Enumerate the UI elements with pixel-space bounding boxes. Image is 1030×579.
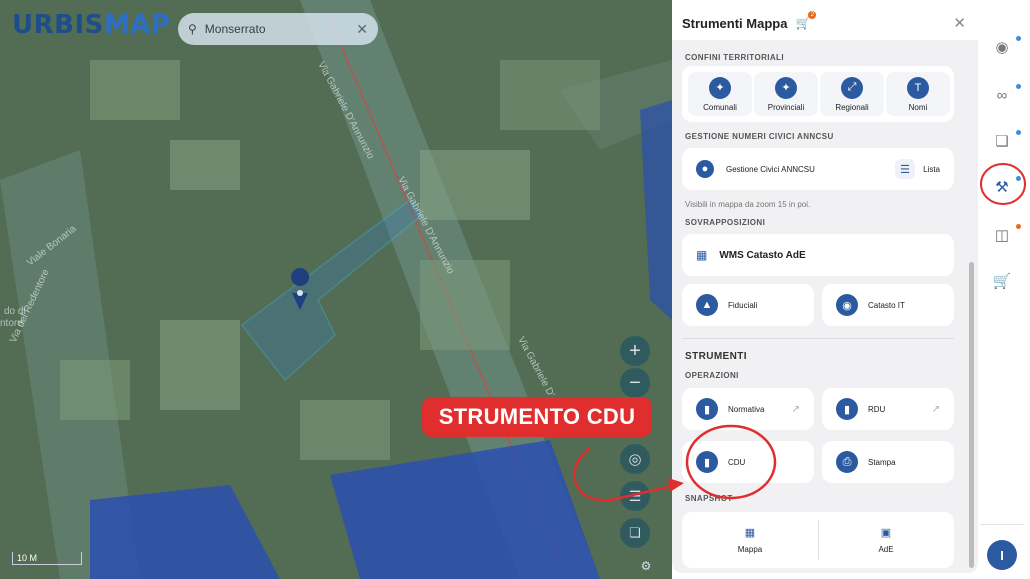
notification-dot xyxy=(1016,36,1021,41)
civici-card: ● Gestione Civici ANNCSU ☰ Lista xyxy=(682,148,954,190)
cart-icon[interactable]: 🛒 xyxy=(992,272,1012,292)
notification-dot xyxy=(1016,224,1021,229)
scrollbar[interactable] xyxy=(969,262,974,568)
target-icon: ◎ xyxy=(628,451,642,468)
panel-title: Strumenti Mappa xyxy=(682,15,788,31)
street-label: ntore xyxy=(0,318,23,329)
stampa-button[interactable]: ⎙ Stampa xyxy=(822,441,954,483)
snapshot-mappa-button[interactable]: ▦ Mappa xyxy=(682,512,818,568)
documents-icon[interactable]: ❏ xyxy=(992,132,1012,152)
cart-badge: 2 xyxy=(808,11,817,19)
cart-icon[interactable]: 🛒 2 xyxy=(795,11,817,30)
book-icon: ▮ xyxy=(696,398,718,420)
section-title: OPERAZIONI xyxy=(685,371,739,380)
locate-button[interactable]: ◎ xyxy=(620,444,650,474)
fiduciali-button[interactable]: ▲ Fiduciali xyxy=(682,284,814,326)
scale-bar: 10 M xyxy=(12,552,82,565)
boundary-icon: ✦ xyxy=(775,76,797,99)
notification-dot xyxy=(1016,84,1021,89)
confini-nomi[interactable]: T Nomi xyxy=(886,72,950,116)
notification-dot xyxy=(1016,130,1021,135)
gestione-civici-button[interactable]: Gestione Civici ANNCSU xyxy=(726,165,895,174)
location-pin-icon: ● xyxy=(696,160,714,178)
document-icon: ▮ xyxy=(836,398,858,420)
wms-catasto-button[interactable]: ▦ WMS Catasto AdE xyxy=(682,234,954,276)
map-icon: ▦ xyxy=(744,527,756,539)
document-icon: ▮ xyxy=(696,451,718,473)
close-panel-button[interactable]: ✕ xyxy=(953,14,966,32)
section-title: CONFINI TERRITORIALI xyxy=(685,53,784,62)
text-icon: T xyxy=(907,76,929,99)
confini-provinciali[interactable]: ✦ Provinciali xyxy=(754,72,818,116)
list-icon: ☰ xyxy=(895,159,916,179)
section-title: GESTIONE NUMERI CIVICI ANNCSU xyxy=(685,132,834,141)
section-title: SNAPSHOT xyxy=(685,494,733,503)
cdu-button[interactable]: ▮ CDU xyxy=(682,441,814,483)
triangle-icon: ▲ xyxy=(696,294,718,316)
snapshot-card: ▦ Mappa ▣ AdE xyxy=(682,512,954,568)
location-pin-icon[interactable]: ◉ xyxy=(992,38,1012,58)
settings-button[interactable]: ⚙ xyxy=(636,556,656,576)
confini-regionali[interactable]: ⤢ Regionali xyxy=(820,72,884,116)
map-icon: ▦ xyxy=(696,248,708,262)
expand-icon: ⤢ xyxy=(841,76,863,99)
rdu-button[interactable]: ▮ RDU ↗ xyxy=(822,388,954,430)
right-toolbar: ◉ ∞ ❏ ⚒ ◫ 🛒 I xyxy=(980,6,1024,573)
binoculars-icon[interactable]: ∞ xyxy=(992,86,1012,106)
notification-dot xyxy=(1016,176,1021,181)
section-title: STRUMENTI xyxy=(685,351,747,362)
catasto-it-button[interactable]: ◉ Catasto IT xyxy=(822,284,954,326)
close-icon[interactable]: ✕ xyxy=(356,21,368,38)
external-link-icon: ↗ xyxy=(791,403,800,415)
zoom-out-button[interactable]: − xyxy=(620,368,650,398)
confini-card: ✦ Comunali ✦ Provinciali ⤢ Regionali T Nomi xyxy=(682,66,954,122)
printer-icon: ⎙ xyxy=(836,451,858,473)
section-title: SOVRAPPOSIZIONI xyxy=(685,218,766,227)
panel-header: Strumenti Mappa 🛒 2 ✕ xyxy=(672,6,978,40)
search-input[interactable]: Monserrato xyxy=(205,22,356,36)
strumento-cdu-banner: STRUMENTO CDU xyxy=(422,397,652,437)
civici-note: Visibili in mappa da zoom 15 in poi. xyxy=(685,200,811,209)
tools-panel: Strumenti Mappa 🛒 2 ✕ CONFINI TERRITORIAL… xyxy=(672,6,978,573)
layers-list-button[interactable]: ☰ xyxy=(620,481,650,511)
gear-icon: ⚙ xyxy=(640,559,652,573)
divider xyxy=(682,338,954,339)
wrench-icon[interactable]: ⚒ xyxy=(992,178,1012,198)
confini-comunali[interactable]: ✦ Comunali xyxy=(688,72,752,116)
search-icon: ⚲ xyxy=(188,22,197,36)
divider xyxy=(980,524,1024,525)
avatar[interactable]: I xyxy=(987,540,1017,570)
street-label: do di xyxy=(4,306,26,317)
list-icon: ☰ xyxy=(628,487,642,504)
snapshot-ade-button[interactable]: ▣ AdE xyxy=(818,512,954,568)
urbismap-logo[interactable]: URBISMAP xyxy=(12,10,170,40)
bookmark-button[interactable]: ❏ xyxy=(620,518,650,548)
bookmark-icon: ❏ xyxy=(629,525,641,540)
external-link-icon: ↗ xyxy=(931,403,940,415)
map-view[interactable]: URBISMAP ⚲ Monserrato ✕ Via del Redentor… xyxy=(0,0,672,579)
boundary-icon: ✦ xyxy=(709,76,731,99)
normativa-button[interactable]: ▮ Normativa ↗ xyxy=(682,388,814,430)
folder-icon[interactable]: ◫ xyxy=(992,226,1012,246)
zoom-in-button[interactable]: + xyxy=(620,336,650,366)
search-bar[interactable]: ⚲ Monserrato ✕ xyxy=(178,13,378,45)
image-file-icon: ▣ xyxy=(880,527,892,539)
lista-button[interactable]: Lista xyxy=(923,165,940,174)
globe-icon: ◉ xyxy=(836,294,858,316)
